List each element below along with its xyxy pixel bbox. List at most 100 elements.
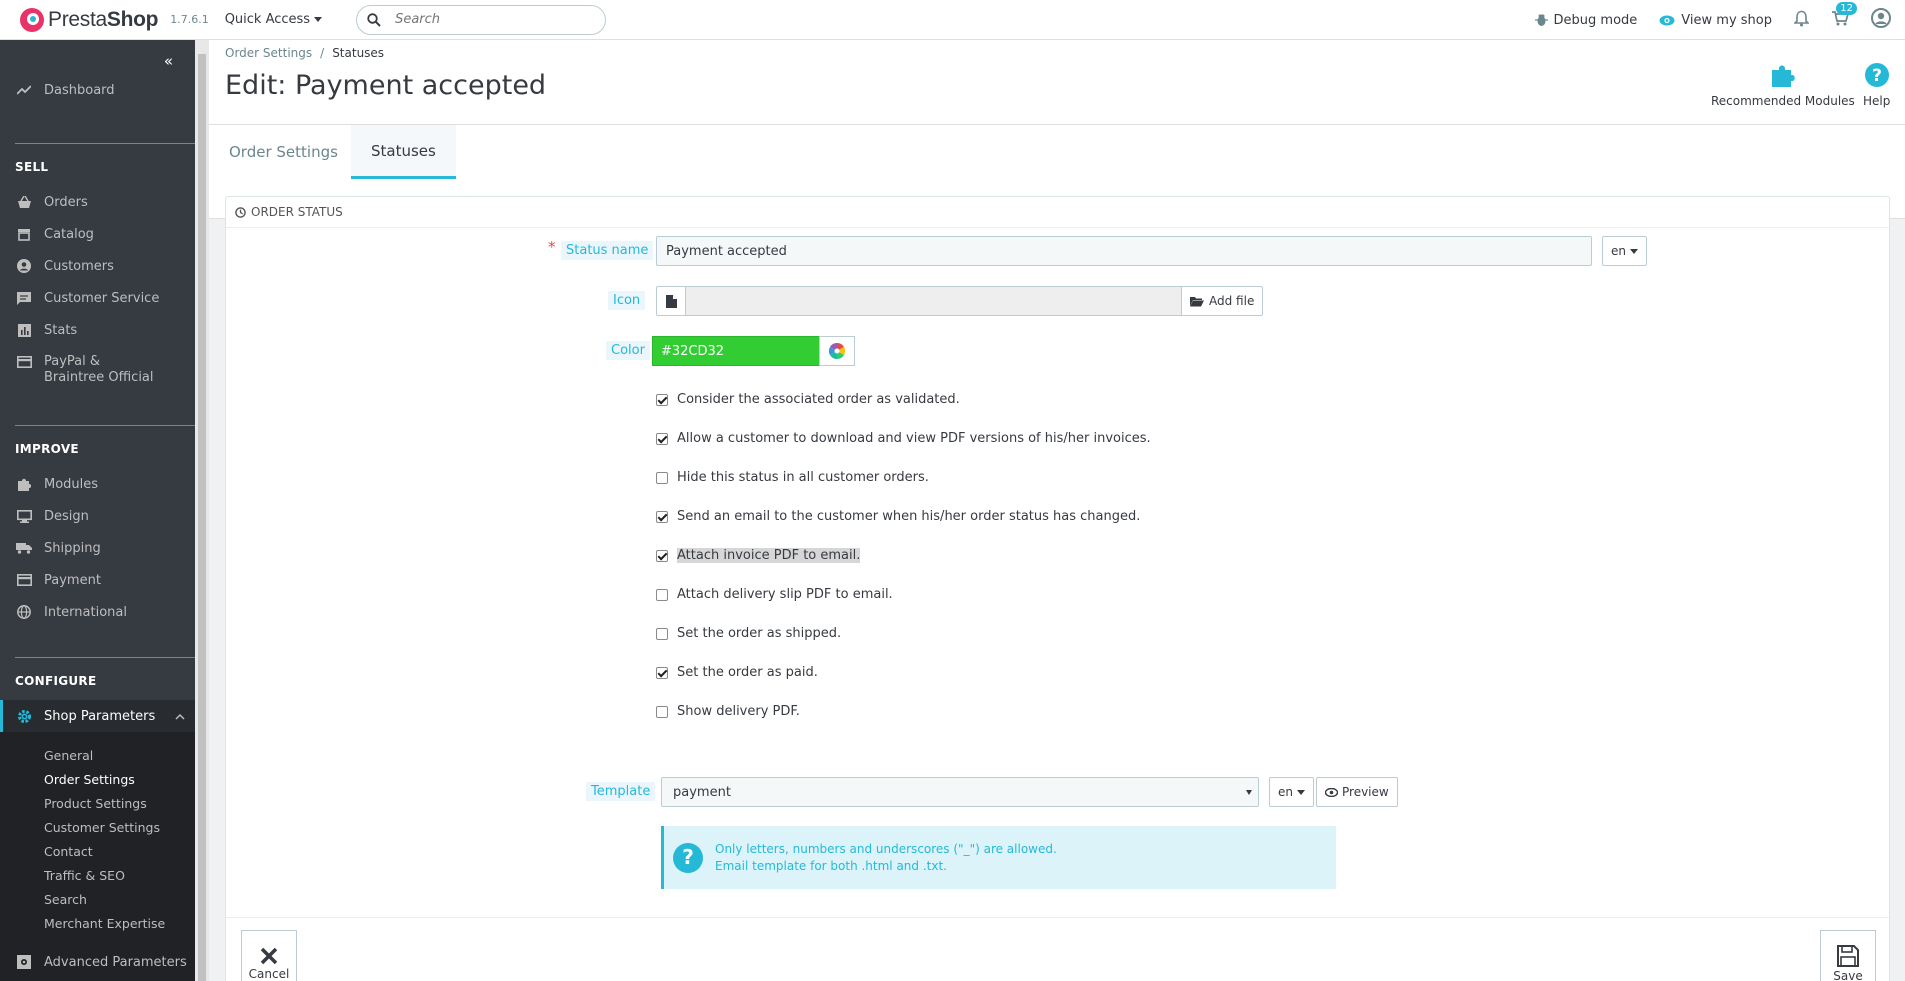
checkbox-attach-invoice[interactable]: Attach invoice PDF to email. [656,548,861,563]
submenu-item-merchant-expertise[interactable]: Merchant Expertise [44,916,165,931]
collapse-sidebar-icon[interactable]: « [164,52,173,70]
cart-button[interactable]: 12 [1831,2,1857,30]
sidebar-item-stats[interactable]: Stats [0,322,195,338]
truck-icon [16,540,32,556]
color-label: Color [606,341,650,360]
submenu-item-traffic-seo[interactable]: Traffic & SEO [44,868,125,883]
debug-mode-label: Debug mode [1553,12,1638,28]
sidebar-item-payment[interactable]: Payment [0,572,195,588]
template-select[interactable]: payment [661,777,1259,807]
help-button[interactable]: ? Help [1863,62,1890,108]
panel-footer: Cancel Save [226,917,1889,981]
checkbox-box[interactable] [656,432,668,445]
info-line-1: Only letters, numbers and underscores ("… [715,841,1057,856]
submenu-item-product-settings[interactable]: Product Settings [44,796,147,811]
debug-mode-link[interactable]: Debug mode [1534,12,1638,28]
recommended-modules-button[interactable]: Recommended Modules [1711,62,1855,108]
checkbox-shipped[interactable]: Set the order as shipped. [656,626,841,641]
sidebar-item-modules[interactable]: Modules [0,476,195,492]
save-button[interactable]: Save [1820,930,1876,981]
page-title: Edit: Payment accepted [225,70,547,101]
preview-button[interactable]: Preview [1316,777,1398,807]
checkbox-send-email[interactable]: Send an email to the customer when his/h… [656,509,1140,524]
brand-light: Presta [48,7,107,31]
checkbox-box[interactable] [656,588,668,601]
submenu-item-contact[interactable]: Contact [44,844,93,859]
sidebar-item-international[interactable]: International [0,604,195,620]
eye-icon [1659,15,1675,25]
sidebar-divider [15,143,195,144]
sidebar-item-customer-service[interactable]: Customer Service [0,290,195,306]
checkbox-label: Set the order as paid. [677,665,818,680]
submenu-item-search[interactable]: Search [44,892,87,907]
close-icon [260,947,278,964]
bell-icon [1793,10,1810,26]
sidebar-item-design[interactable]: Design [0,508,195,524]
sidebar-item-shipping[interactable]: Shipping [0,540,195,556]
search-box[interactable] [356,4,607,35]
checkbox-box[interactable] [656,666,668,679]
search-icon [367,12,381,27]
checkbox-invoice-download[interactable]: Allow a customer to download and view PD… [656,431,1151,446]
breadcrumb-parent[interactable]: Order Settings [225,46,312,60]
section-sell-title: SELL [15,160,49,174]
checkbox-box[interactable] [656,705,668,718]
template-language-dropdown[interactable]: en [1269,777,1314,807]
checkbox-box[interactable] [656,393,668,406]
status-name-label: Status name [561,241,654,260]
color-input[interactable]: #32CD32 [652,336,820,366]
language-label: en [1611,244,1626,258]
tab-statuses[interactable]: Statuses [351,125,456,179]
file-icon [665,294,677,308]
sidebar-item-dashboard[interactable]: Dashboard [0,82,195,98]
notifications-button[interactable] [1793,10,1810,31]
tab-order-settings[interactable]: Order Settings [209,125,358,179]
preview-label: Preview [1342,785,1389,799]
checkbox-hide-status[interactable]: Hide this status in all customer orders. [656,470,929,485]
checkbox-box[interactable] [656,471,668,484]
sidebar-item-paypal[interactable]: PayPal & Braintree Official [0,354,195,386]
sidebar-item-label: Modules [44,476,99,492]
checkbox-validated[interactable]: Consider the associated order as validat… [656,392,960,407]
checkbox-show-delivery-pdf[interactable]: Show delivery PDF. [656,704,800,719]
submenu-item-order-settings[interactable]: Order Settings [44,772,135,787]
globe-icon [16,604,32,620]
status-name-language-dropdown[interactable]: en [1602,236,1647,266]
info-line-2: Email template for both .html and .txt. [715,858,947,873]
cancel-button[interactable]: Cancel [241,930,297,981]
sidebar-item-catalog[interactable]: Catalog [0,226,195,242]
add-file-button[interactable]: Add file [1181,286,1264,316]
prestashop-logo[interactable]: PrestaShop [20,7,159,32]
status-name-input[interactable]: Payment accepted [656,236,1592,266]
sidebar-item-customers[interactable]: Customers [0,258,195,274]
checkbox-label: Allow a customer to download and view PD… [677,431,1151,446]
checkbox-box[interactable] [656,510,668,523]
checkbox-box[interactable] [656,627,668,640]
submenu-item-customer-settings[interactable]: Customer Settings [44,820,160,835]
account-button[interactable] [1871,8,1891,32]
checkbox-paid[interactable]: Set the order as paid. [656,665,818,680]
quick-access-dropdown[interactable]: Quick Access [225,12,323,27]
dropdown-arrow-icon [1246,790,1252,795]
view-shop-link[interactable]: View my shop [1659,13,1772,28]
shop-parameters-submenu [0,732,195,981]
icon-file-input[interactable] [685,286,1182,316]
sidebar-scrollbar[interactable] [195,40,209,981]
sidebar-item-orders[interactable]: Orders [0,194,195,210]
puzzle-icon [16,476,32,492]
submenu-item-general[interactable]: General [44,748,93,763]
checkbox-attach-delivery-slip[interactable]: Attach delivery slip PDF to email. [656,587,893,602]
search-input[interactable] [395,12,576,27]
sidebar-divider [15,657,195,658]
sidebar-item-shop-parameters[interactable]: Shop Parameters [0,700,195,732]
trending-up-icon [16,82,32,98]
sidebar-item-label: Shipping [44,540,101,556]
scrollbar-thumb[interactable] [198,54,206,981]
bar-chart-icon [16,322,32,338]
checkbox-box[interactable] [656,549,668,562]
cart-badge: 12 [1836,2,1857,15]
checkbox-label: Set the order as shipped. [677,626,842,641]
file-type-box [656,286,686,316]
color-picker-button[interactable] [819,336,855,366]
sidebar-item-advanced-parameters[interactable]: Advanced Parameters [0,946,195,981]
